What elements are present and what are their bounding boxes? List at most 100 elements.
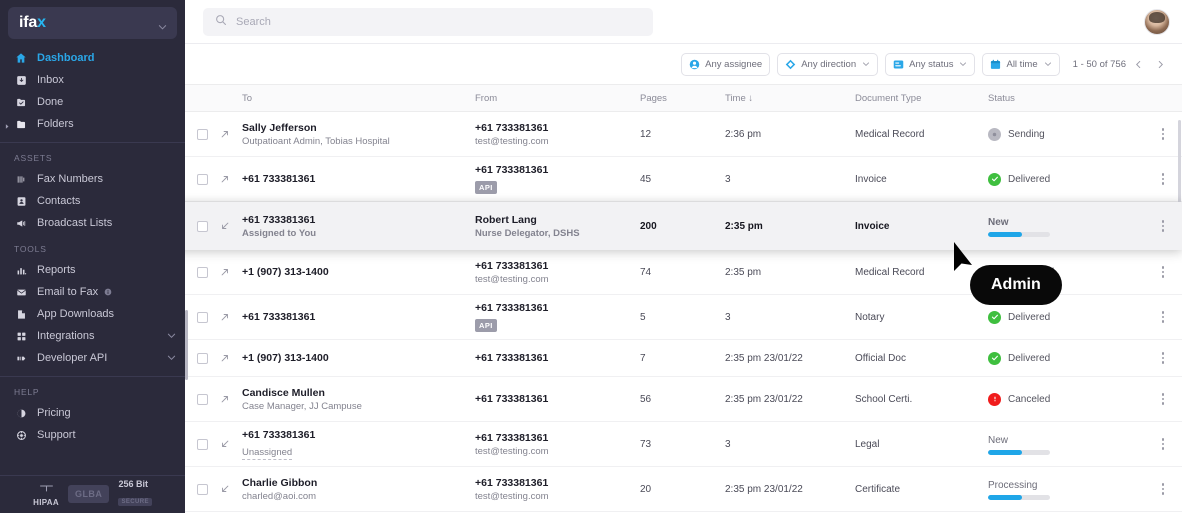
row-menu-cell[interactable] <box>1144 438 1182 450</box>
download-app-icon <box>14 307 28 321</box>
table-row-selected[interactable]: +61 733381361Assigned to YouRobert LangN… <box>160 202 1182 250</box>
prev-page-button[interactable] <box>1128 54 1148 74</box>
row-menu-cell[interactable] <box>1144 352 1182 364</box>
status-label: New <box>988 216 1050 229</box>
kebab-menu-icon[interactable] <box>1162 393 1165 405</box>
row-menu-cell[interactable] <box>1144 220 1182 232</box>
table-row[interactable]: +61 733381361Unassigned+61 733381361test… <box>185 422 1182 467</box>
chevron-right-icon[interactable] <box>4 121 11 128</box>
info-icon[interactable] <box>104 288 112 296</box>
column-header-document-type[interactable]: Document Type <box>855 93 988 104</box>
filter-direction[interactable]: Any direction <box>777 53 878 76</box>
row-menu-cell[interactable] <box>1144 128 1182 140</box>
row-checkbox[interactable] <box>197 353 208 364</box>
kebab-menu-icon[interactable] <box>1162 352 1165 364</box>
kebab-menu-icon[interactable] <box>1162 220 1165 232</box>
row-checkbox-cell <box>185 267 220 278</box>
status-progress: Processing <box>988 479 1050 500</box>
row-checkbox[interactable] <box>197 174 208 185</box>
sidebar-spacer <box>0 446 185 475</box>
sidebar-scrollbar[interactable] <box>185 310 188 380</box>
filter-toolbar: Any assignee Any direction Any status <box>185 44 1182 84</box>
sidebar-item-app-downloads[interactable]: App Downloads <box>0 303 185 325</box>
sidebar-item-dashboard[interactable]: Dashboard <box>0 47 185 69</box>
sidebar-item-support[interactable]: Support <box>0 424 185 446</box>
sidebar-item-folders[interactable]: Folders <box>0 113 185 135</box>
sidebar-item-inbox[interactable]: Inbox <box>0 69 185 91</box>
chevron-down-icon[interactable] <box>167 331 177 341</box>
filter-time-label: All time <box>1006 59 1037 70</box>
avatar[interactable] <box>1144 9 1170 35</box>
table-row[interactable]: Charlie Gibboncharled@aoi.com+61 7333813… <box>185 467 1182 512</box>
cell-primary: +1 (907) 313-1400 <box>242 265 475 279</box>
row-checkbox[interactable] <box>197 221 208 232</box>
status-progress: New <box>988 434 1050 455</box>
table-row[interactable]: +1 (907) 313-1400+61 73338136172:35 pm 2… <box>185 340 1182 377</box>
search-input[interactable]: Search <box>203 8 653 36</box>
sidebar-item-integrations[interactable]: Integrations <box>0 325 185 347</box>
cell-from: +61 733381361test@testing.com <box>475 121 640 148</box>
filter-status[interactable]: Any status <box>885 53 975 76</box>
home-icon <box>14 51 28 65</box>
column-header-from[interactable]: From <box>475 93 640 104</box>
row-checkbox[interactable] <box>197 267 208 278</box>
secure-256-badge: 256 Bit SECURE <box>118 479 151 508</box>
sidebar-item-reports[interactable]: Reports <box>0 259 185 281</box>
kebab-menu-icon[interactable] <box>1162 311 1165 323</box>
status-label: Delivered <box>1008 174 1050 185</box>
kebab-menu-icon[interactable] <box>1162 266 1165 278</box>
kebab-menu-icon[interactable] <box>1162 128 1165 140</box>
row-checkbox[interactable] <box>197 129 208 140</box>
row-menu-cell[interactable] <box>1144 483 1182 495</box>
row-menu-cell[interactable] <box>1144 393 1182 405</box>
sidebar-item-label: Contacts <box>37 195 80 207</box>
filter-time[interactable]: All time <box>982 53 1059 76</box>
sidebar-item-developer-api[interactable]: Developer API <box>0 347 185 369</box>
cell-from: +61 733381361 <box>475 392 640 406</box>
sidebar-item-broadcast-lists[interactable]: Broadcast Lists <box>0 212 185 234</box>
api-tag: API <box>475 319 497 332</box>
sidebar-item-email-to-fax[interactable]: Email to Fax <box>0 281 185 303</box>
table-row[interactable]: Candisce MullenCase Manager, JJ Campuse+… <box>185 377 1182 422</box>
sidebar-divider-1 <box>0 142 185 143</box>
table-row[interactable]: Sally JeffersonOutpatioant Admin, Tobias… <box>185 112 1182 157</box>
sidebar-item-pricing[interactable]: Pricing <box>0 402 185 424</box>
kebab-menu-icon[interactable] <box>1162 483 1165 495</box>
cell-time: 2:35 pm 23/01/22 <box>725 484 855 495</box>
filter-assignee[interactable]: Any assignee <box>681 53 770 76</box>
cell-primary: Charlie Gibbon <box>242 476 475 490</box>
column-header-to[interactable]: To <box>242 93 475 104</box>
row-checkbox[interactable] <box>197 312 208 323</box>
cell-time: 2:36 pm <box>725 129 855 140</box>
row-menu-cell[interactable] <box>1144 266 1182 278</box>
row-checkbox[interactable] <box>197 439 208 450</box>
row-menu-cell[interactable] <box>1144 311 1182 323</box>
column-header-pages[interactable]: Pages <box>640 93 725 104</box>
cell-document-type: School Certi. <box>855 394 988 405</box>
sidebar-item-done[interactable]: Done <box>0 91 185 113</box>
sidebar-item-contacts[interactable]: Contacts <box>0 190 185 212</box>
row-menu-cell[interactable] <box>1144 173 1182 185</box>
row-checkbox[interactable] <box>197 484 208 495</box>
table-row[interactable]: +61 733381361+61 733381361API453InvoiceD… <box>185 157 1182 202</box>
row-checkbox-cell <box>185 221 220 232</box>
cell-primary: Candisce Mullen <box>242 386 475 400</box>
cell-secondary: test@testing.com <box>475 273 640 286</box>
kebab-menu-icon[interactable] <box>1162 173 1165 185</box>
progress-track <box>988 495 1050 500</box>
chevron-down-icon[interactable] <box>167 353 177 363</box>
workspace-switcher[interactable]: ifax <box>8 7 177 39</box>
cell-primary: +61 733381361 <box>242 172 475 186</box>
pagination-range: 1 - 50 of 756 <box>1073 59 1126 70</box>
cell-status: Delivered <box>988 311 1144 324</box>
status-green-icon <box>988 173 1001 186</box>
column-header-time[interactable]: Time ↓ <box>725 93 855 104</box>
kebab-menu-icon[interactable] <box>1162 438 1165 450</box>
next-page-button[interactable] <box>1150 54 1170 74</box>
sidebar-item-fax-numbers[interactable]: Fax Numbers <box>0 168 185 190</box>
status-label: Sending <box>1008 129 1045 140</box>
row-checkbox[interactable] <box>197 394 208 405</box>
sidebar-item-label: Broadcast Lists <box>37 217 112 229</box>
status-grey-icon <box>988 128 1001 141</box>
column-header-status[interactable]: Status <box>988 93 1144 104</box>
